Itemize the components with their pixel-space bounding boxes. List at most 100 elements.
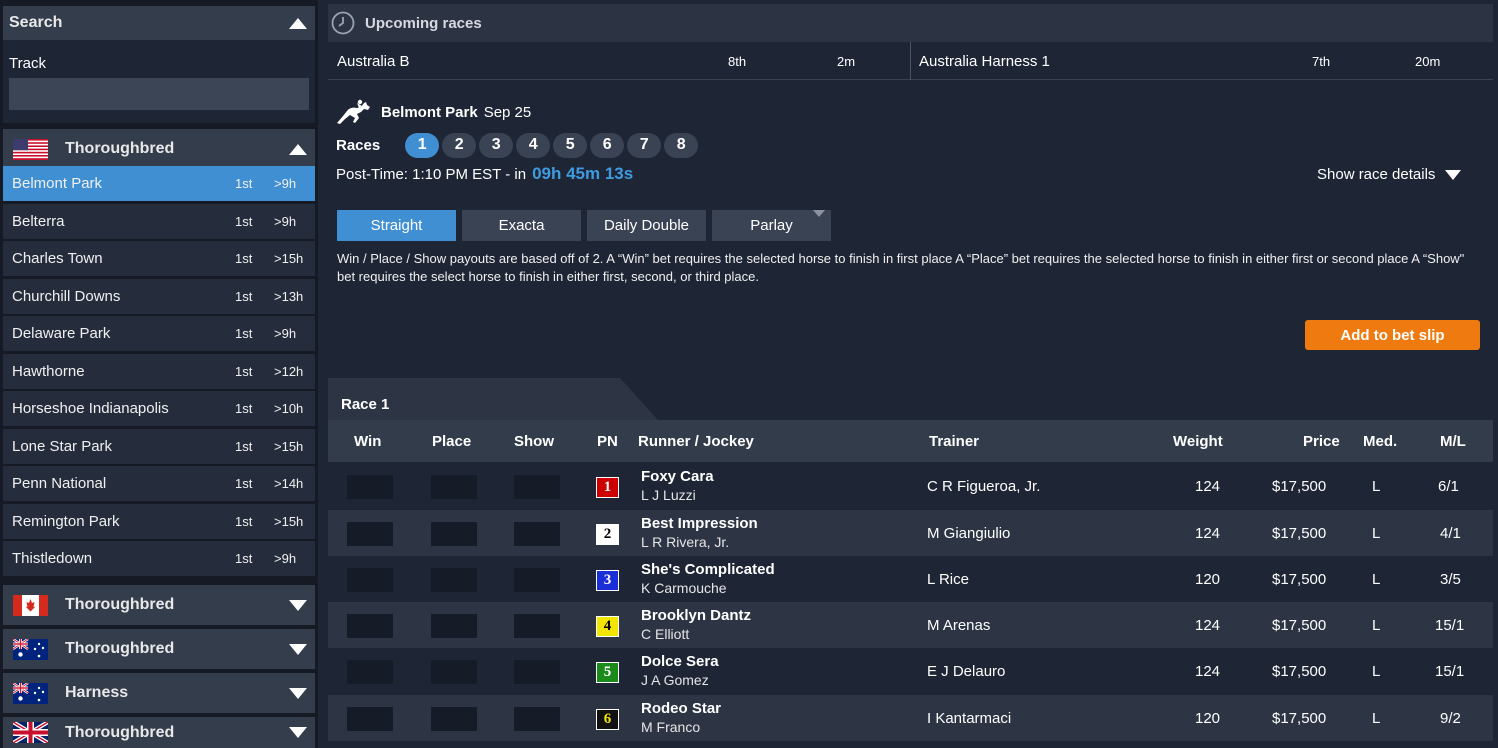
col-ml: M/L bbox=[1440, 432, 1466, 450]
race-pill-4[interactable]: 4 bbox=[516, 132, 551, 158]
program-number-badge: 6 bbox=[596, 709, 619, 730]
win-bet-box[interactable] bbox=[347, 707, 393, 731]
win-bet-box[interactable] bbox=[347, 475, 393, 499]
trainer-name: E J Delauro bbox=[927, 662, 1006, 680]
search-header[interactable]: Search bbox=[3, 6, 315, 40]
races-label: Races bbox=[336, 136, 381, 154]
track-race-number: 1st bbox=[235, 326, 253, 341]
show-race-details-toggle[interactable]: Show race details bbox=[1317, 166, 1462, 183]
collapse-arrow-icon[interactable] bbox=[289, 143, 307, 155]
race-pill-7[interactable]: 7 bbox=[627, 132, 662, 158]
tab-daily-double[interactable]: Daily Double bbox=[587, 210, 706, 241]
race-pill-1[interactable]: 1 bbox=[405, 132, 440, 158]
track-item-lone-star-park[interactable]: Lone Star Park 1st >15h bbox=[3, 429, 315, 464]
jockey-name: K Carmouche bbox=[641, 580, 727, 596]
group-header-uk-thoroughbred[interactable]: Thoroughbred bbox=[3, 717, 315, 748]
win-bet-box[interactable] bbox=[347, 660, 393, 684]
race-pill-2[interactable]: 2 bbox=[442, 132, 477, 158]
track-item-hawthorne[interactable]: Hawthorne 1st >12h bbox=[3, 354, 315, 389]
win-bet-box[interactable] bbox=[347, 568, 393, 592]
track-race-number: 1st bbox=[235, 251, 253, 266]
track-item-delaware-park[interactable]: Delaware Park 1st >9h bbox=[3, 316, 315, 351]
col-weight: Weight bbox=[1173, 432, 1223, 450]
horse-racing-icon bbox=[337, 99, 370, 124]
expand-arrow-icon[interactable] bbox=[289, 643, 307, 655]
tab-exacta[interactable]: Exacta bbox=[462, 210, 581, 241]
track-time: >13h bbox=[274, 289, 304, 304]
expand-arrow-icon[interactable] bbox=[289, 727, 307, 738]
track-item-thistledown[interactable]: Thistledown 1st >9h bbox=[3, 541, 315, 576]
place-bet-box[interactable] bbox=[431, 707, 477, 731]
win-bet-box[interactable] bbox=[347, 522, 393, 546]
program-number-badge: 5 bbox=[596, 662, 619, 683]
runner-weight: 124 bbox=[1195, 616, 1221, 634]
col-place: Place bbox=[432, 432, 472, 450]
runner-name: Brooklyn Dantz bbox=[641, 607, 752, 624]
track-time: >9h bbox=[274, 214, 297, 229]
track-item-churchill-downs[interactable]: Churchill Downs 1st >13h bbox=[3, 279, 315, 314]
runner-med: L bbox=[1372, 709, 1381, 727]
trainer-name: M Arenas bbox=[927, 616, 991, 634]
upcoming-race-name[interactable]: Australia B bbox=[337, 42, 410, 80]
race-pill-8[interactable]: 8 bbox=[664, 132, 699, 158]
track-race-number: 1st bbox=[235, 439, 253, 454]
runner-weight: 124 bbox=[1195, 524, 1221, 542]
runner-med: L bbox=[1372, 570, 1381, 588]
runner-name: Best Impression bbox=[641, 515, 758, 532]
win-bet-box[interactable] bbox=[347, 614, 393, 638]
jockey-name: L J Luzzi bbox=[641, 487, 696, 503]
track-name: Charles Town bbox=[12, 250, 103, 267]
add-to-bet-slip-button[interactable]: Add to bet slip bbox=[1305, 320, 1480, 350]
place-bet-box[interactable] bbox=[431, 614, 477, 638]
track-item-belterra[interactable]: Belterra 1st >9h bbox=[3, 204, 315, 239]
group-header-canada-thoroughbred[interactable]: Thoroughbred bbox=[3, 585, 315, 625]
track-item-belmont-park[interactable]: Belmont Park 1st >9h bbox=[3, 166, 315, 201]
program-number-badge: 3 bbox=[596, 570, 619, 591]
show-bet-box[interactable] bbox=[514, 568, 560, 592]
jockey-name: L R Rivera, Jr. bbox=[641, 534, 730, 550]
upcoming-races-title: Upcoming races bbox=[365, 14, 482, 32]
track-item-charles-town[interactable]: Charles Town 1st >15h bbox=[3, 241, 315, 276]
runner-price: $17,500 bbox=[1272, 616, 1327, 634]
col-pn: PN bbox=[597, 432, 618, 450]
jockey-name: J A Gomez bbox=[641, 672, 709, 688]
track-item-horseshoe-indianapolis[interactable]: Horseshoe Indianapolis 1st >10h bbox=[3, 391, 315, 426]
tab-parlay[interactable]: Parlay bbox=[712, 210, 831, 241]
trainer-name: L Rice bbox=[927, 570, 969, 588]
place-bet-box[interactable] bbox=[431, 522, 477, 546]
runner-weight: 120 bbox=[1195, 709, 1221, 727]
track-search-input[interactable] bbox=[9, 78, 309, 110]
show-bet-box[interactable] bbox=[514, 707, 560, 731]
track-item-remington-park[interactable]: Remington Park 1st >15h bbox=[3, 504, 315, 539]
track-time: >14h bbox=[274, 476, 304, 491]
runner-weight: 124 bbox=[1195, 662, 1221, 680]
race-pill-5[interactable]: 5 bbox=[553, 132, 588, 158]
race-pill-6[interactable]: 6 bbox=[590, 132, 625, 158]
australia-flag-icon bbox=[13, 682, 48, 704]
race-pill-3[interactable]: 3 bbox=[479, 132, 514, 158]
show-bet-box[interactable] bbox=[514, 660, 560, 684]
runner-morning-line: 3/5 bbox=[1440, 570, 1461, 588]
track-name: Churchill Downs bbox=[12, 288, 121, 305]
track-item-penn-national[interactable]: Penn National 1st >14h bbox=[3, 466, 315, 501]
tab-straight[interactable]: Straight bbox=[337, 210, 456, 241]
race-title: Race 1 bbox=[341, 396, 390, 413]
show-bet-box[interactable] bbox=[514, 475, 560, 499]
runner-morning-line: 6/1 bbox=[1438, 477, 1459, 495]
show-bet-box[interactable] bbox=[514, 522, 560, 546]
show-bet-box[interactable] bbox=[514, 614, 560, 638]
expand-arrow-icon[interactable] bbox=[289, 687, 307, 699]
track-name: Horseshoe Indianapolis bbox=[12, 400, 169, 417]
runner-name: Dolce Sera bbox=[641, 653, 719, 670]
expand-arrow-icon[interactable] bbox=[289, 599, 307, 611]
group-header-australia-thoroughbred[interactable]: Thoroughbred bbox=[3, 629, 315, 669]
track-name: Lone Star Park bbox=[12, 438, 113, 455]
collapse-arrow-icon[interactable] bbox=[289, 17, 307, 29]
place-bet-box[interactable] bbox=[431, 660, 477, 684]
upcoming-race-name[interactable]: Australia Harness 1 bbox=[919, 42, 1050, 80]
place-bet-box[interactable] bbox=[431, 568, 477, 592]
group-header-australia-harness[interactable]: Harness bbox=[3, 673, 315, 713]
group-header-us-thoroughbred[interactable]: Thoroughbred bbox=[3, 129, 315, 169]
place-bet-box[interactable] bbox=[431, 475, 477, 499]
group-label: Thoroughbred bbox=[65, 596, 175, 613]
